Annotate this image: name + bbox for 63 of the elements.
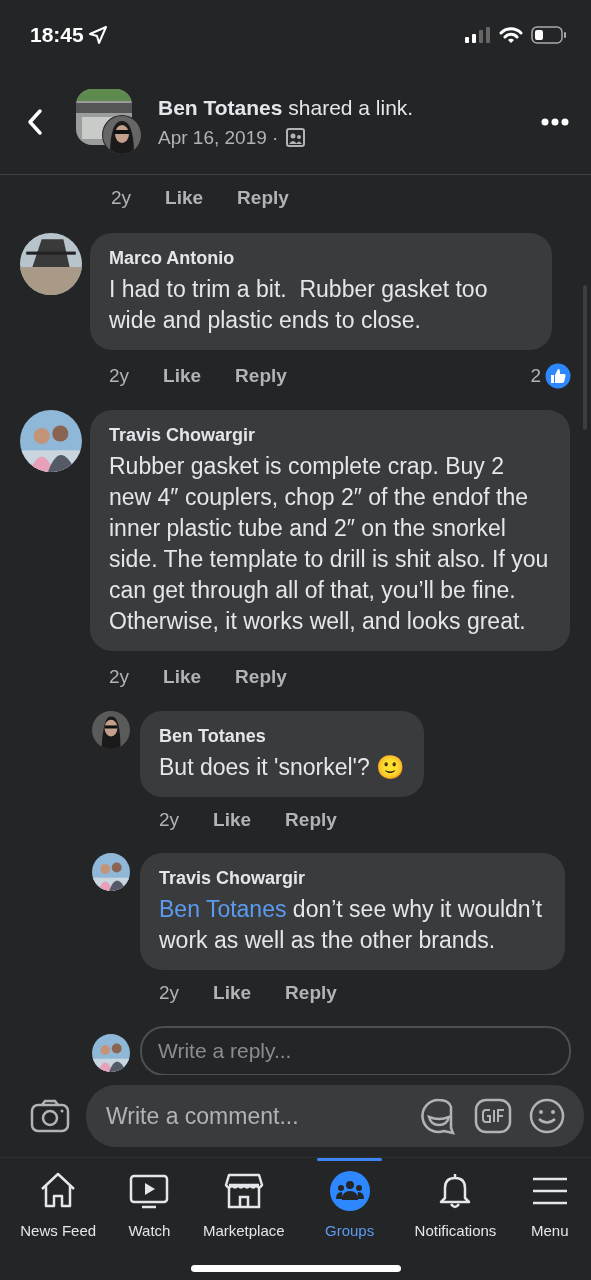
reply-field[interactable]: Write a reply... — [140, 1026, 571, 1075]
post-date: Apr 16, 2019 · — [158, 125, 279, 150]
like-link[interactable]: Like — [213, 978, 252, 1008]
tab-indicator — [317, 1158, 383, 1161]
groups-icon — [328, 1170, 371, 1212]
like-link[interactable]: Like — [163, 361, 202, 391]
comment-author: Travis Chowargir — [159, 867, 307, 890]
reply-link[interactable]: Reply — [285, 805, 337, 835]
comment-author: Marco Antonio — [109, 247, 236, 270]
tab-label: Notifications — [414, 1221, 497, 1241]
tab[interactable]: Watch — [128, 1158, 171, 1243]
like-link[interactable]: Like — [163, 662, 202, 692]
comment-time: 2y — [111, 185, 132, 210]
reply-link[interactable]: Reply — [235, 662, 287, 692]
tab[interactable]: Menu — [528, 1158, 571, 1243]
back-icon — [26, 108, 44, 136]
tab[interactable]: Notifications — [414, 1158, 497, 1243]
post-title: Ben Totanes shared a link. — [158, 95, 415, 121]
comment-author: Travis Chowargir — [109, 424, 257, 447]
comment-time: 2y — [159, 807, 180, 832]
avatar[interactable] — [76, 89, 142, 155]
tab-label: News Feed — [20, 1221, 97, 1241]
like-link[interactable]: Like — [165, 183, 204, 213]
comment-author: Ben Totanes — [159, 725, 267, 748]
camera-button[interactable] — [30, 1099, 70, 1133]
back-button[interactable] — [26, 108, 44, 136]
more-icon — [541, 118, 569, 126]
tab-label: Menu — [530, 1221, 569, 1241]
tab[interactable]: Marketplace — [202, 1158, 285, 1243]
reaction-count: 2 — [530, 363, 541, 388]
more-button[interactable] — [541, 118, 569, 126]
reply-link[interactable]: Reply — [237, 183, 289, 213]
comment-time: 2y — [159, 980, 180, 1005]
group-icon — [286, 128, 306, 148]
comment-time: 2y — [109, 664, 130, 689]
avatar[interactable] — [92, 853, 130, 891]
avatar[interactable] — [92, 1034, 130, 1072]
signal-icon — [465, 27, 491, 43]
sticker-icon[interactable] — [420, 1097, 458, 1135]
tab-label: Watch — [128, 1221, 171, 1241]
reply-link[interactable]: Reply — [285, 978, 337, 1008]
comment-text: But does it 'snorkel'? 🙂 — [159, 753, 406, 782]
thumbs-up-icon — [545, 363, 571, 389]
comment-text: Ben Totanes don’t see why it wouldn’t work as well as the other brands. — [159, 895, 544, 955]
avatar[interactable] — [92, 711, 130, 749]
comment-text: I had to trim a bit. Rubber gasket too wide and plastic ends to close. — [109, 275, 489, 335]
camera-icon — [30, 1099, 70, 1133]
tab[interactable]: Groups — [317, 1158, 383, 1243]
mention-link[interactable]: Ben Totanes — [159, 896, 287, 922]
battery-icon — [531, 26, 567, 44]
location-arrow-icon — [87, 25, 108, 45]
emoji-icon[interactable] — [528, 1097, 566, 1135]
tab-label: Groups — [325, 1221, 375, 1241]
gif-icon[interactable] — [474, 1098, 512, 1134]
wifi-icon — [499, 26, 523, 44]
comment-bar[interactable]: Write a comment... — [86, 1085, 584, 1147]
tab-label: Marketplace — [202, 1221, 285, 1241]
like-link[interactable]: Like — [213, 805, 252, 835]
comment-time: 2y — [109, 363, 130, 388]
clock-time: 18:45 — [30, 22, 84, 49]
reply-link[interactable]: Reply — [235, 361, 287, 391]
comment-text: Rubber gasket is complete crap. Buy 2 new 4″ couplers, chop 2″ of the endof the inner plastic tube and 2″ on the snorkel side. The template to drill is shit also. If you can get through all of that, you’ll be fine. Otherwise, it works well, and looks great. — [109, 452, 550, 636]
tab[interactable]: News Feed — [20, 1158, 97, 1243]
